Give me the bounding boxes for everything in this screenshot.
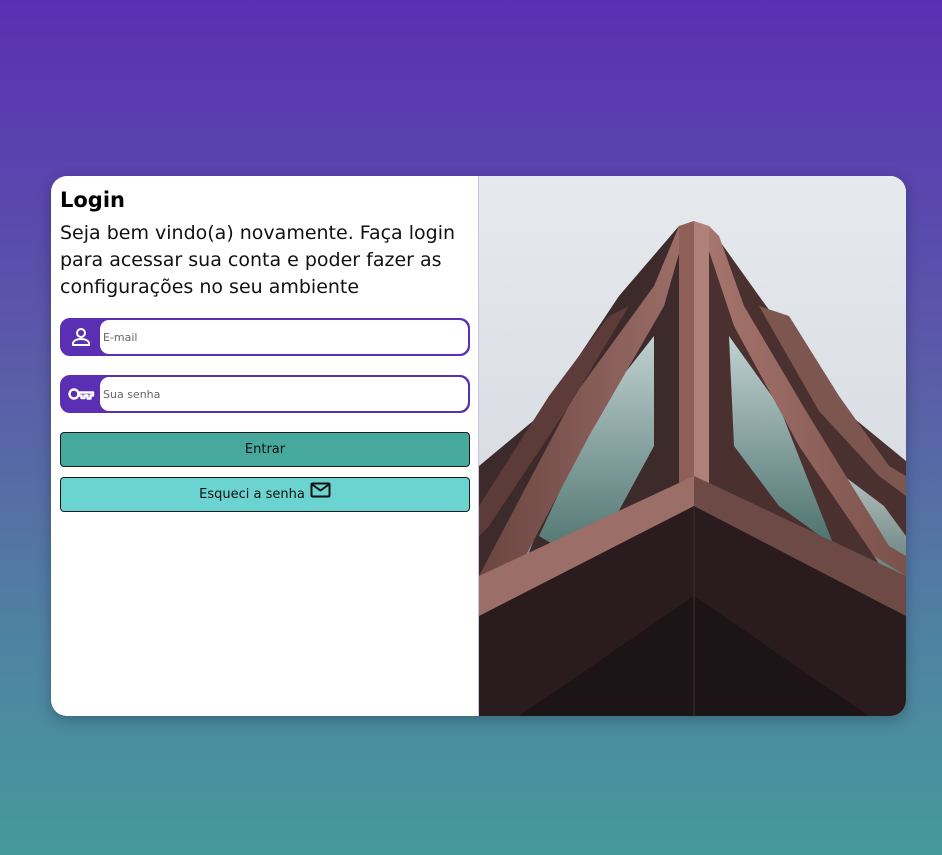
mail-icon (305, 482, 331, 505)
login-button-label: Entrar (244, 442, 286, 457)
login-subtitle: Seja bem vindo(a) novamente. Faça login … (60, 222, 456, 298)
building-photo (479, 176, 906, 716)
forgot-password-button[interactable]: Esqueci a senha (60, 477, 470, 512)
email-field-group (60, 318, 470, 356)
forgot-password-label: Esqueci a senha (199, 487, 305, 502)
password-input[interactable] (100, 377, 468, 411)
login-title: Login (60, 188, 125, 212)
password-field-group (60, 375, 470, 413)
login-panel: Login Seja bem vindo(a) novamente. Faça … (51, 176, 479, 716)
key-icon (62, 377, 100, 411)
login-button[interactable]: Entrar (60, 432, 470, 467)
login-card: Login Seja bem vindo(a) novamente. Faça … (51, 176, 906, 716)
person-icon (62, 320, 100, 354)
email-input[interactable] (100, 320, 468, 354)
